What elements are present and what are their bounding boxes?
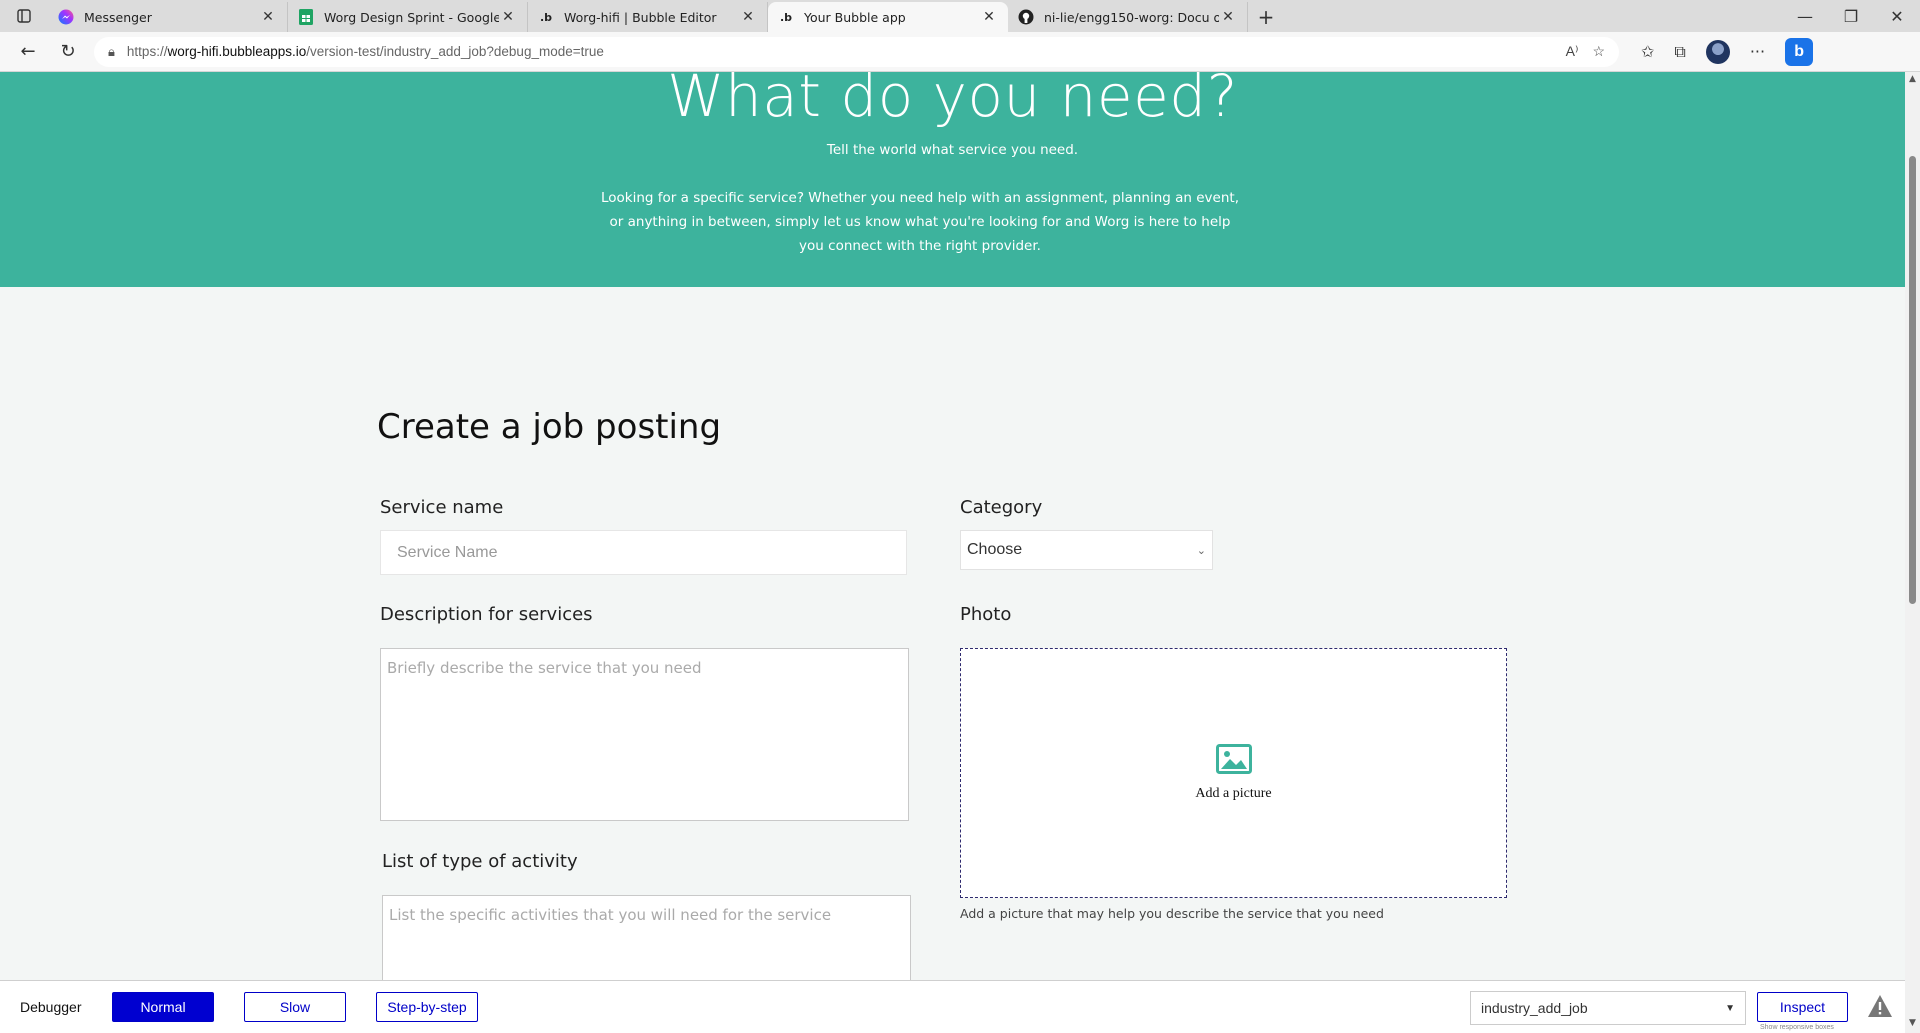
tab-messenger[interactable]: Messenger ✕ <box>48 2 288 32</box>
window-controls: — ❐ ✕ <box>1782 0 1920 32</box>
photo-label: Photo <box>960 604 1012 625</box>
page-viewport: What do you need? Tell the world what se… <box>0 72 1905 980</box>
read-aloud-icon[interactable]: A⁾ <box>1566 43 1579 60</box>
debugger-label: Debugger <box>20 999 82 1015</box>
address-bar[interactable]: 🔒︎ https://worg-hifi.bubbleapps.io/versi… <box>94 36 1619 67</box>
hero-title: What do you need? <box>667 72 1238 130</box>
browser-toolbar: ← ↻ 🔒︎ https://worg-hifi.bubbleapps.io/v… <box>0 32 1920 72</box>
description-textarea[interactable]: Briefly describe the service that you ne… <box>380 648 909 821</box>
service-name-input[interactable]: Service Name <box>380 530 907 575</box>
browser-actions: ✩ ⧉ ··· b <box>1641 37 1814 66</box>
tab-actions-icon[interactable] <box>0 0 48 32</box>
page-scrollbar[interactable]: ▲ ▼ <box>1905 72 1920 1033</box>
github-icon <box>1018 9 1034 25</box>
service-name-label: Service name <box>380 497 504 518</box>
activity-label: List of type of activity <box>382 851 578 872</box>
messenger-icon <box>58 9 74 25</box>
photo-uploader[interactable]: Add a picture <box>960 648 1507 898</box>
new-tab-button[interactable]: + <box>1248 2 1284 32</box>
favorites-icon[interactable]: ✩ <box>1641 42 1654 61</box>
page-element-value: industry_add_job <box>1481 1000 1588 1016</box>
google-sheets-icon <box>298 9 314 25</box>
step-by-step-button[interactable]: Step-by-step <box>376 992 478 1022</box>
close-icon[interactable]: ✕ <box>980 9 998 25</box>
bubble-icon: .b <box>539 10 553 24</box>
category-value: Choose <box>967 541 1023 558</box>
minimize-icon[interactable]: — <box>1782 0 1828 32</box>
normal-speed-button[interactable]: Normal <box>112 992 214 1022</box>
activity-textarea[interactable]: List the specific activities that you wi… <box>382 895 911 980</box>
url-path: /version-test/industry_add_job?debug_mod… <box>306 44 604 59</box>
scroll-up-icon[interactable]: ▲ <box>1905 74 1920 84</box>
hero-banner: What do you need? Tell the world what se… <box>0 72 1905 287</box>
profile-avatar[interactable] <box>1705 39 1730 64</box>
bubble-debugger-bar: Debugger Normal Slow Step-by-step indust… <box>0 980 1905 1033</box>
chevron-down-icon: ⌄ <box>1196 544 1206 557</box>
lock-icon[interactable]: 🔒︎ <box>108 44 115 60</box>
slow-speed-button[interactable]: Slow <box>244 992 346 1022</box>
restore-icon[interactable]: ❐ <box>1828 0 1874 32</box>
bing-chat-icon[interactable]: b <box>1785 37 1814 66</box>
dropdown-arrow-icon: ▼ <box>1725 1002 1735 1014</box>
url-prefix: https:// <box>126 44 168 59</box>
image-icon <box>1215 744 1252 778</box>
tab-google-sheets[interactable]: Worg Design Sprint - Google Sheets ✕ <box>288 2 528 32</box>
add-picture-label: Add a picture <box>1195 786 1272 801</box>
tab-your-bubble-app[interactable]: .b Your Bubble app ✕ <box>768 2 1008 32</box>
photo-hint: Add a picture that may help you describe… <box>960 906 1384 921</box>
tab-title: Your Bubble app <box>804 9 906 25</box>
close-icon[interactable]: ✕ <box>499 9 517 25</box>
show-responsive-boxes-link[interactable]: Show responsive boxes <box>1760 1024 1834 1031</box>
bubble-icon: .b <box>779 10 793 24</box>
close-icon[interactable]: ✕ <box>1219 9 1237 25</box>
window-close-icon[interactable]: ✕ <box>1874 0 1920 32</box>
close-icon[interactable]: ✕ <box>259 9 277 25</box>
description-label: Description for services <box>380 604 593 625</box>
category-label: Category <box>960 497 1043 518</box>
more-options-icon[interactable]: ··· <box>1750 42 1765 61</box>
tab-bubble-editor[interactable]: .b Worg-hifi | Bubble Editor ✕ <box>528 2 768 32</box>
tab-title: Worg Design Sprint - Google Sheets <box>324 9 499 25</box>
inspect-button[interactable]: Inspect <box>1757 992 1848 1022</box>
tab-title: Messenger <box>84 9 152 25</box>
collections-icon[interactable]: ⧉ <box>1674 42 1685 62</box>
warning-icon[interactable] <box>1866 993 1894 1024</box>
tab-title: ni-lie/engg150-worg: Docu only <box>1044 9 1219 25</box>
hero-description: Looking for a specific service? Whether … <box>600 190 1239 254</box>
scrollbar-thumb[interactable] <box>1909 156 1916 604</box>
url-host: worg-hifi.bubbleapps.io <box>167 44 307 59</box>
refresh-icon[interactable]: ↻ <box>48 34 88 70</box>
hero-subtitle: Tell the world what service you need. <box>826 142 1079 158</box>
add-favorite-icon[interactable]: ☆ <box>1592 43 1605 60</box>
close-icon[interactable]: ✕ <box>739 9 757 25</box>
back-arrow-icon[interactable]: ← <box>8 34 48 70</box>
page-element-dropdown[interactable]: industry_add_job ▼ <box>1470 991 1746 1025</box>
scroll-down-icon[interactable]: ▼ <box>1905 1018 1920 1028</box>
tab-github[interactable]: ni-lie/engg150-worg: Docu only ✕ <box>1008 2 1248 32</box>
category-dropdown[interactable]: Choose ⌄ <box>960 530 1213 570</box>
tab-title: Worg-hifi | Bubble Editor <box>564 9 717 25</box>
address-bar-actions: A⁾ ☆ <box>1566 43 1605 60</box>
page-title: Create a job posting <box>377 407 722 447</box>
browser-tab-bar: Messenger ✕ Worg Design Sprint - Google … <box>0 0 1920 32</box>
